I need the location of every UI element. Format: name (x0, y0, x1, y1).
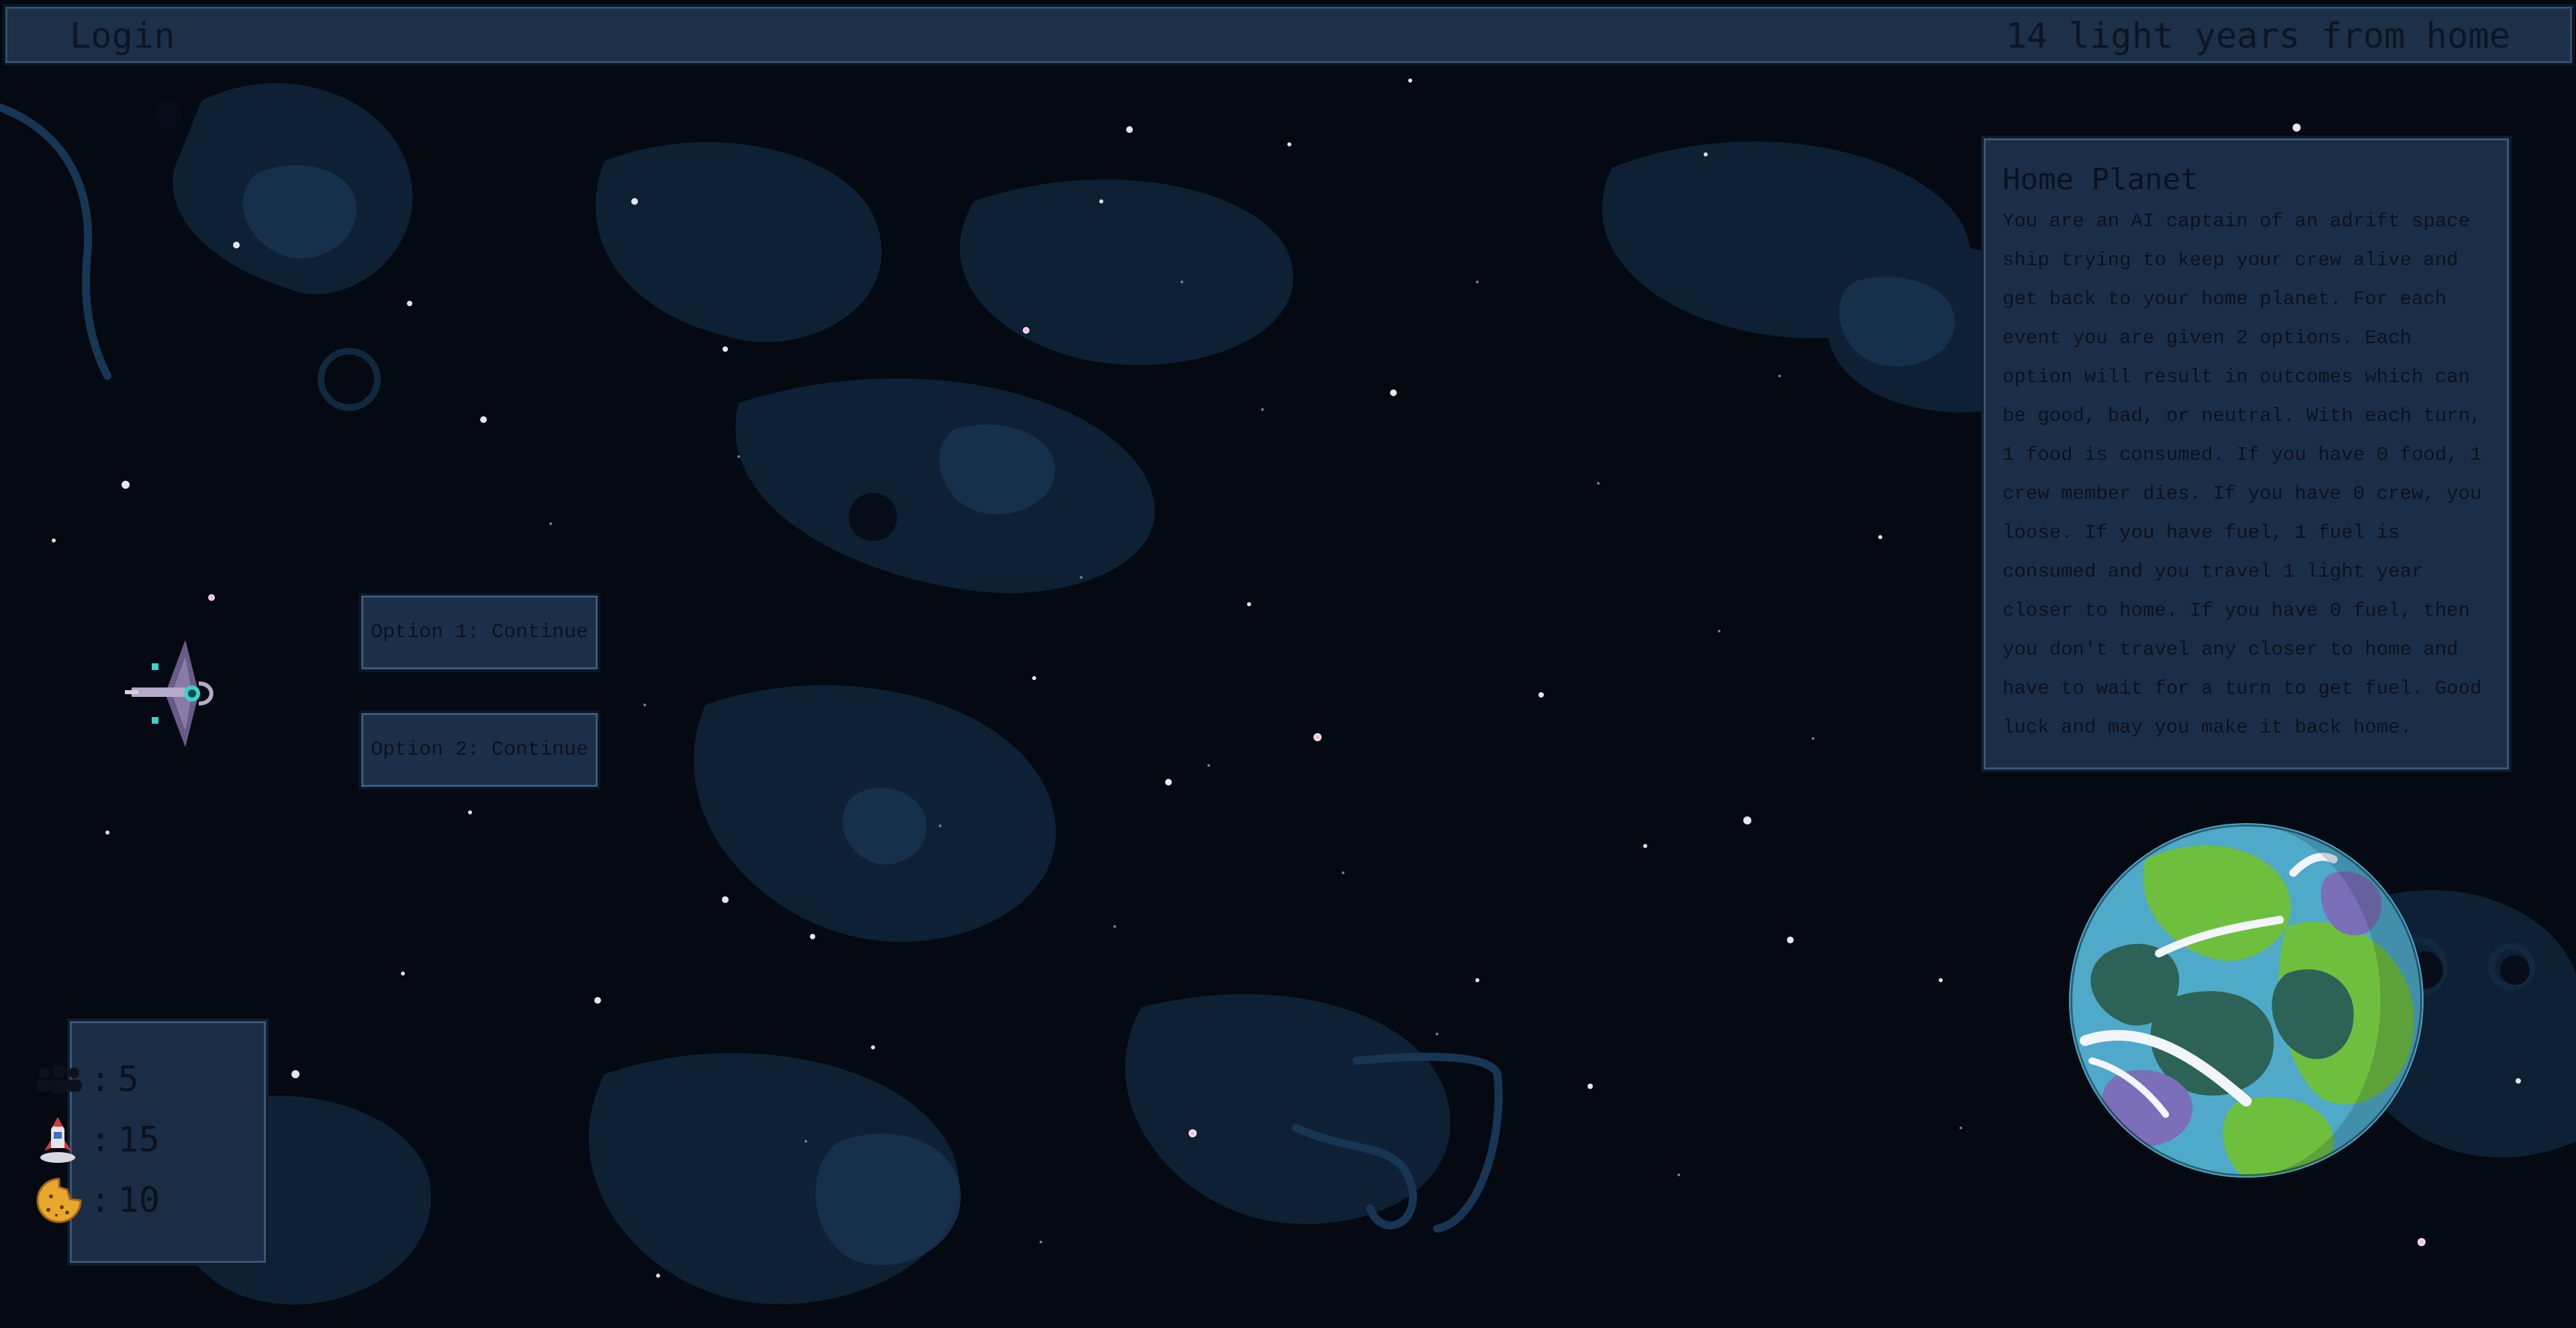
rocket-icon (40, 1117, 75, 1163)
fuel-stat: : 15 (32, 1113, 160, 1167)
top-bar: Login 14 light years from home (3, 4, 2575, 66)
food-count: 10 (118, 1180, 160, 1221)
info-panel-title: Home Planet (2003, 162, 2199, 197)
spaceship-sprite (125, 640, 214, 747)
distance-to-home-text: 14 light years from home (2005, 16, 2510, 56)
info-panel: Home Planet You are an AI captain of an … (1981, 136, 2512, 772)
crew-separator: : (90, 1059, 111, 1100)
fuel-separator: : (90, 1120, 111, 1160)
info-panel-body: You are an AI captain of an adrift space… (2003, 210, 2482, 739)
food-stat: : 10 (32, 1174, 160, 1227)
option-2-button[interactable]: Option 2: Continue (359, 710, 600, 790)
option-1-button[interactable]: Option 1: Continue (359, 593, 600, 672)
fuel-count: 15 (118, 1120, 160, 1160)
login-link[interactable]: Login (70, 16, 175, 56)
cookie-icon (36, 1178, 82, 1223)
crew-icon (36, 1065, 82, 1093)
game-scene: Login 14 light years from home Home Plan… (0, 0, 2576, 1328)
crew-count: 5 (118, 1059, 139, 1100)
food-separator: : (90, 1180, 111, 1221)
home-planet-sprite (2069, 823, 2424, 1178)
crew-stat: : 5 (32, 1053, 139, 1106)
